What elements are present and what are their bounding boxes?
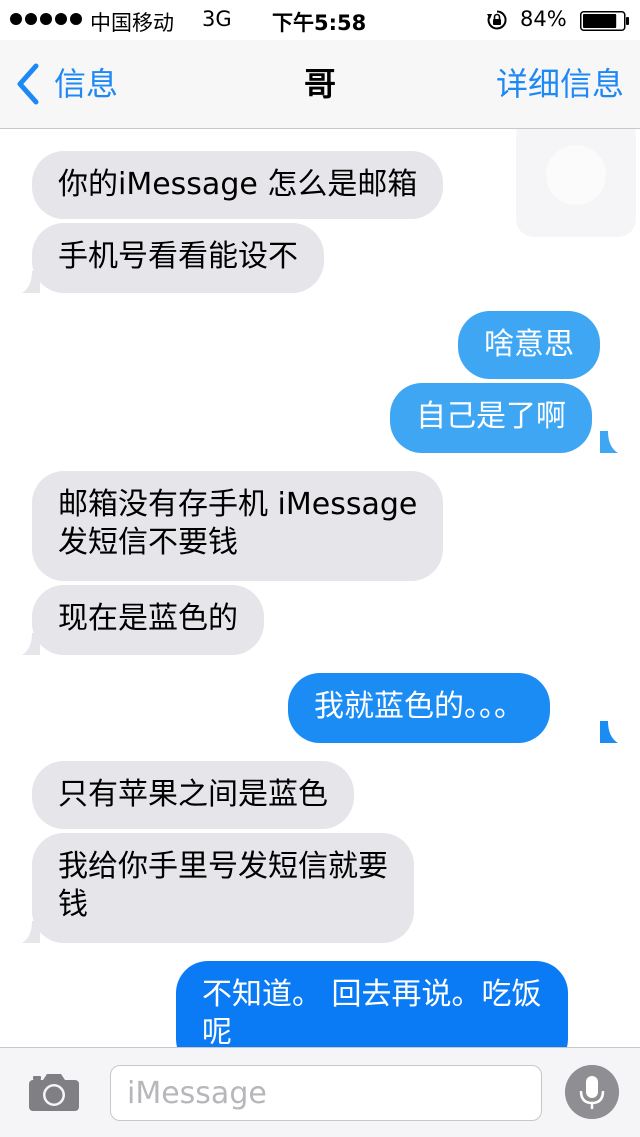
message-bubble-incoming[interactable]: 我给你手里号发短信就要 钱 [32, 833, 414, 943]
chevron-left-icon [17, 63, 39, 105]
message-bubble-incoming[interactable]: 你的iMessage 怎么是邮箱 [32, 151, 444, 219]
microphone-icon[interactable] [565, 1065, 619, 1119]
orientation-lock-icon [487, 10, 507, 30]
message-bubble-outgoing[interactable]: 我就蓝色的。。。 [288, 673, 550, 743]
details-button[interactable]: 详细信息 [496, 62, 624, 106]
message-bubble-incoming[interactable]: 手机号看看能设不 [32, 223, 324, 293]
bubble-tail [22, 633, 40, 655]
status-time: 下午5:58 [272, 11, 367, 35]
bubble-tail [22, 921, 40, 943]
signal-dots-icon [10, 13, 82, 25]
message-list[interactable]: 你的iMessage 怎么是邮箱 手机号看看能设不 啥意思 自己是了啊 邮箱没有… [0, 129, 640, 1047]
message-bubble-incoming[interactable]: 只有苹果之间是蓝色 [32, 761, 354, 829]
back-label: 信息 [54, 65, 119, 103]
overlay-artifact [516, 129, 636, 237]
nav-bar: 信息 哥 详细信息 [0, 40, 640, 129]
bubble-tail [22, 271, 40, 293]
message-bubble-outgoing[interactable]: 啥意思 [458, 311, 600, 379]
message-bubble-incoming[interactable]: 现在是蓝色的 [32, 585, 264, 655]
camera-icon[interactable] [28, 1072, 80, 1112]
message-input[interactable] [110, 1065, 542, 1121]
bubble-tail [600, 431, 618, 453]
message-bubble-incoming[interactable]: 邮箱没有存手机 iMessage 发短信不要钱 [32, 471, 444, 581]
back-button[interactable]: 信息 [14, 62, 118, 106]
network-type: 3G [202, 7, 232, 31]
battery-icon [580, 11, 629, 31]
status-bar: 中国移动 3G 下午5:58 84% [0, 0, 640, 40]
message-bubble-outgoing[interactable]: 自己是了啊 [390, 383, 592, 453]
message-bubble-outgoing[interactable]: 不知道。 回去再说。吃饭 呢 [176, 961, 568, 1047]
battery-percent: 84% [520, 7, 567, 31]
carrier-name: 中国移动 [90, 11, 174, 35]
input-bar [0, 1047, 640, 1137]
bubble-tail [600, 721, 618, 743]
